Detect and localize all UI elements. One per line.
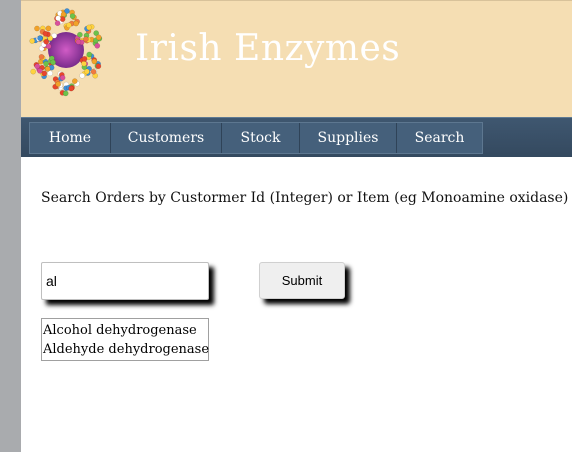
molecule-logo-icon (29, 8, 103, 97)
search-input[interactable] (41, 262, 209, 300)
nav-item-search[interactable]: Search (397, 123, 482, 153)
nav-item-supplies[interactable]: Supplies (300, 123, 397, 153)
autocomplete-item[interactable]: Alcohol dehydrogenase (42, 321, 208, 340)
nav-menu: Home Customers Stock Supplies Search (29, 122, 483, 154)
nav-item-stock[interactable]: Stock (222, 123, 300, 153)
window-gutter (0, 0, 21, 452)
search-instructions: Search Orders by Custormer Id (Integer) … (41, 190, 569, 206)
site-title: Irish Enzymes (135, 28, 401, 69)
nav-item-home[interactable]: Home (30, 123, 111, 153)
nav-item-customers[interactable]: Customers (111, 123, 222, 153)
autocomplete-item[interactable]: Aldehyde dehydrogenase (42, 340, 209, 359)
autocomplete-list: Alcohol dehydrogenase Aldehyde dehydroge… (41, 318, 209, 361)
site-header: Irish Enzymes (21, 0, 572, 117)
page: Irish Enzymes Home Customers Stock Suppl… (21, 0, 572, 452)
main-navbar: Home Customers Stock Supplies Search (21, 117, 572, 157)
submit-button[interactable]: Submit (259, 262, 345, 299)
